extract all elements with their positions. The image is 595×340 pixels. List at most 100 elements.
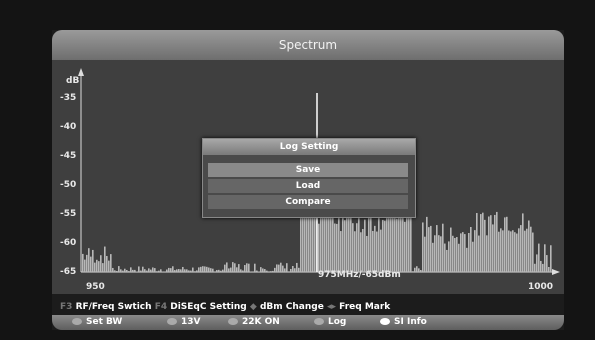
spectrum-bar <box>240 269 242 272</box>
spectrum-bar <box>100 255 102 272</box>
spectrum-bar <box>480 214 482 272</box>
spectrum-bar <box>172 266 174 272</box>
spectrum-bar <box>498 231 500 272</box>
spectrum-bar <box>174 270 176 272</box>
menu-item-load[interactable]: Load <box>208 179 408 193</box>
spectrum-bar <box>192 267 194 272</box>
spectrum-bar <box>456 237 458 272</box>
spectrum-bar <box>344 220 346 272</box>
22k-on-button[interactable]: 22K ON <box>228 315 280 330</box>
set-bw-label: Set BW <box>86 317 123 327</box>
y-tick-label: -65 <box>60 267 77 277</box>
22k-on-label: 22K ON <box>242 317 280 327</box>
spectrum-bar <box>442 223 444 272</box>
spectrum-bar <box>264 269 266 272</box>
spectrum-bar <box>534 263 536 272</box>
spectrum-bar <box>422 222 424 272</box>
spectrum-bar <box>370 216 372 272</box>
spectrum-bar <box>394 211 396 272</box>
spectrum-bar <box>236 267 238 272</box>
spectrum-bar <box>92 249 94 272</box>
spectrum-bar <box>134 269 136 272</box>
log-button[interactable]: Log <box>314 315 346 330</box>
spectrum-bar <box>484 219 486 272</box>
spectrum-bar <box>292 265 294 272</box>
spectrum-bar <box>198 267 200 272</box>
spectrum-bar <box>508 230 510 272</box>
spectrum-bar <box>358 218 360 272</box>
spectrum-bar <box>238 264 240 272</box>
spectrum-bar <box>188 270 190 272</box>
spectrum-bar <box>138 266 140 272</box>
spectrum-bar <box>410 209 412 272</box>
spectrum-bar <box>280 262 282 272</box>
spectrum-bar <box>542 263 544 272</box>
spectrum-bar <box>212 268 214 272</box>
spectrum-bar <box>222 269 224 272</box>
spectrum-bar <box>474 230 476 272</box>
help-diseqc-setting: DiSEqC Setting <box>170 302 247 312</box>
spectrum-bar <box>84 259 86 272</box>
spectrum-bar <box>302 215 304 272</box>
spectrum-bar <box>308 215 310 272</box>
spectrum-bar <box>336 223 338 272</box>
spectrum-bar <box>404 221 406 272</box>
set-bw-button[interactable]: Set BW <box>72 315 122 330</box>
spectrum-bar <box>130 267 132 272</box>
help-dbm-change: dBm Change <box>259 302 324 312</box>
spectrum-bar <box>294 268 296 272</box>
spectrum-bar <box>492 224 494 272</box>
spectrum-bar <box>420 269 422 272</box>
log-label: Log <box>328 317 347 327</box>
spectrum-bar <box>144 269 146 272</box>
spectrum-bar <box>502 230 504 272</box>
spectrum-bar <box>396 218 398 272</box>
spectrum-bar <box>96 259 98 272</box>
spectrum-bar <box>114 270 116 272</box>
spectrum-bar <box>158 270 160 272</box>
spectrum-bar <box>154 268 156 272</box>
spectrum-bar <box>170 268 172 272</box>
spectrum-bar <box>266 270 268 272</box>
spectrum-bar <box>486 235 488 272</box>
spectrum-bar <box>522 213 524 272</box>
spectrum-bar <box>260 267 262 272</box>
spectrum-bar <box>418 268 420 272</box>
spectrum-bar <box>248 263 250 272</box>
color-key-icon <box>72 318 82 325</box>
spectrum-bar <box>326 210 328 272</box>
spectrum-bar <box>354 231 356 272</box>
spectrum-bar <box>516 233 518 272</box>
spectrum-bar <box>360 232 362 272</box>
spectrum-bar <box>270 271 272 272</box>
13v-button[interactable]: 13V <box>167 315 201 330</box>
spectrum-bar <box>124 268 126 272</box>
y-tick-label: -40 <box>60 122 77 132</box>
spectrum-bar <box>184 269 186 272</box>
spectrum-bar <box>110 254 112 272</box>
spectrum-bar <box>228 268 230 272</box>
help-freq-mark: Freq Mark <box>339 302 391 312</box>
spectrum-bar <box>506 216 508 272</box>
spectrum-bar <box>544 244 546 272</box>
spectrum-bar <box>540 260 542 272</box>
spectrum-bar <box>108 260 110 272</box>
spectrum-bar <box>104 246 106 272</box>
spectrum-bar <box>230 267 232 272</box>
spectrum-bar <box>216 270 218 272</box>
spectrum-bar <box>524 230 526 272</box>
spectrum-bar <box>330 214 332 272</box>
spectrum-bar <box>472 241 474 272</box>
help-bar: F3 RF/Freq Swtich F4 DiSEqC Setting ◆ dB… <box>60 300 560 314</box>
spectrum-bar <box>412 271 414 272</box>
menu-item-save[interactable]: Save <box>208 163 408 177</box>
spectrum-bar <box>446 249 448 272</box>
menu-item-compare[interactable]: Compare <box>208 195 408 209</box>
spectrum-bar <box>182 266 184 272</box>
spectrum-bar <box>444 243 446 272</box>
spectrum-bar <box>256 270 258 272</box>
spectrum-bar <box>500 228 502 272</box>
si-info-button[interactable]: SI Info <box>380 315 427 330</box>
spectrum-bar <box>504 217 506 272</box>
spectrum-bar <box>224 264 226 272</box>
